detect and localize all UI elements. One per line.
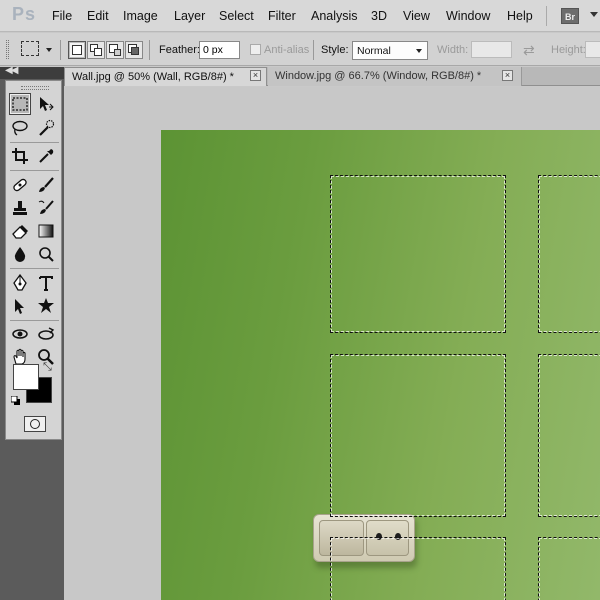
menu-divider <box>546 6 547 26</box>
collapse-icon[interactable]: ◀◀ <box>5 65 18 76</box>
close-icon[interactable]: × <box>250 70 261 81</box>
menu-3d[interactable]: 3D <box>371 9 387 23</box>
menu-bar: Ps File Edit Image Layer Select Filter A… <box>0 0 600 32</box>
tab-label: Wall.jpg @ 50% (Wall, RGB/8#) * <box>72 71 234 83</box>
anti-alias-label: Anti-alias <box>264 44 310 56</box>
photoshop-logo: Ps <box>12 4 37 24</box>
menu-view[interactable]: View <box>403 9 430 23</box>
style-dropdown[interactable]: Normal <box>352 41 428 60</box>
options-bar-grip[interactable] <box>6 40 9 59</box>
height-input <box>585 41 600 58</box>
path-selection-tool-icon[interactable] <box>9 295 31 317</box>
menu-layer[interactable]: Layer <box>174 9 205 23</box>
bridge-button[interactable]: Br <box>561 8 579 24</box>
marquee-selection[interactable] <box>538 175 600 333</box>
menu-image[interactable]: Image <box>123 9 158 23</box>
crop-tool-icon[interactable] <box>9 145 31 167</box>
menu-analysis[interactable]: Analysis <box>311 9 358 23</box>
toolbox-divider <box>10 268 59 269</box>
style-label: Style: <box>321 44 349 56</box>
menu-filter[interactable]: Filter <box>268 9 296 23</box>
quick-mask-icon <box>30 419 40 429</box>
default-colors-icon[interactable] <box>10 394 20 405</box>
custom-shape-tool-icon[interactable] <box>35 295 57 317</box>
tab-label: Window.jpg @ 66.7% (Window, RGB/8#) * <box>275 70 482 82</box>
swap-width-height-icon: ⇄ <box>523 42 535 58</box>
divider <box>149 40 150 60</box>
menu-file[interactable]: File <box>52 9 72 23</box>
menu-edit[interactable]: Edit <box>87 9 109 23</box>
close-icon[interactable]: × <box>502 70 513 81</box>
pen-tool-icon[interactable] <box>9 272 31 294</box>
marquee-selection[interactable] <box>330 175 506 333</box>
3d-orbit-tool-icon[interactable] <box>35 323 57 345</box>
toolbox-header[interactable]: ◀◀ <box>0 65 64 79</box>
swap-colors-icon[interactable]: ⤡ <box>43 361 52 374</box>
eraser-tool-icon[interactable] <box>9 220 31 242</box>
history-brush-tool-icon[interactable] <box>35 197 57 219</box>
quick-selection-tool-icon[interactable] <box>35 117 57 139</box>
anti-alias-checkbox <box>250 44 261 55</box>
divider <box>313 40 314 60</box>
menu-help[interactable]: Help <box>507 9 533 23</box>
toolbox-divider <box>10 320 59 321</box>
toolbox-grip[interactable] <box>21 86 49 90</box>
blur-tool-icon[interactable] <box>9 243 31 265</box>
width-label: Width: <box>437 44 469 56</box>
document-tab-bar: Wall.jpg @ 50% (Wall, RGB/8#) * × Window… <box>64 67 600 86</box>
feather-input[interactable] <box>199 41 240 59</box>
chevron-down-icon[interactable] <box>590 12 598 17</box>
marquee-selection[interactable] <box>330 354 506 517</box>
marquee-selection[interactable] <box>330 537 506 600</box>
subtract-from-selection-button[interactable] <box>106 41 124 59</box>
lasso-tool-icon[interactable] <box>9 117 31 139</box>
3d-rotate-tool-icon[interactable] <box>9 323 31 345</box>
tool-preset-marquee-icon[interactable] <box>21 41 39 56</box>
move-tool-icon[interactable] <box>35 93 57 115</box>
divider <box>60 40 61 60</box>
rectangular-marquee-tool-icon[interactable] <box>9 93 31 115</box>
tab-window-jpg[interactable]: Window.jpg @ 66.7% (Window, RGB/8#) * <box>268 67 522 86</box>
feather-label: Feather: <box>159 44 200 56</box>
quick-mask-button[interactable] <box>24 416 46 432</box>
gradient-tool-icon[interactable] <box>35 220 57 242</box>
clone-stamp-tool-icon[interactable] <box>9 197 31 219</box>
spot-healing-brush-tool-icon[interactable] <box>9 174 31 196</box>
menu-select[interactable]: Select <box>219 9 254 23</box>
eyedropper-tool-icon[interactable] <box>35 145 57 167</box>
width-input <box>471 41 512 58</box>
toolbox-divider <box>10 170 59 171</box>
height-label: Height: <box>551 44 586 56</box>
toolbox: ⤡ <box>5 80 62 440</box>
marquee-selection[interactable] <box>538 537 600 600</box>
foreground-color-swatch[interactable] <box>13 364 39 390</box>
style-value: Normal <box>357 45 391 57</box>
intersect-selection-button[interactable] <box>125 41 143 59</box>
dodge-tool-icon[interactable] <box>35 243 57 265</box>
toolbox-divider <box>10 142 59 143</box>
chevron-down-icon[interactable] <box>46 48 52 52</box>
chevron-down-icon <box>416 49 422 53</box>
tab-wall-jpg[interactable]: Wall.jpg @ 50% (Wall, RGB/8#) * <box>64 67 267 86</box>
brush-tool-icon[interactable] <box>35 174 57 196</box>
options-bar: Feather: Anti-alias Style: Normal Width:… <box>0 33 600 66</box>
new-selection-button[interactable] <box>68 41 86 59</box>
add-to-selection-button[interactable] <box>87 41 105 59</box>
type-tool-icon[interactable] <box>35 272 57 294</box>
menu-window[interactable]: Window <box>446 9 490 23</box>
marquee-selection[interactable] <box>538 354 600 517</box>
